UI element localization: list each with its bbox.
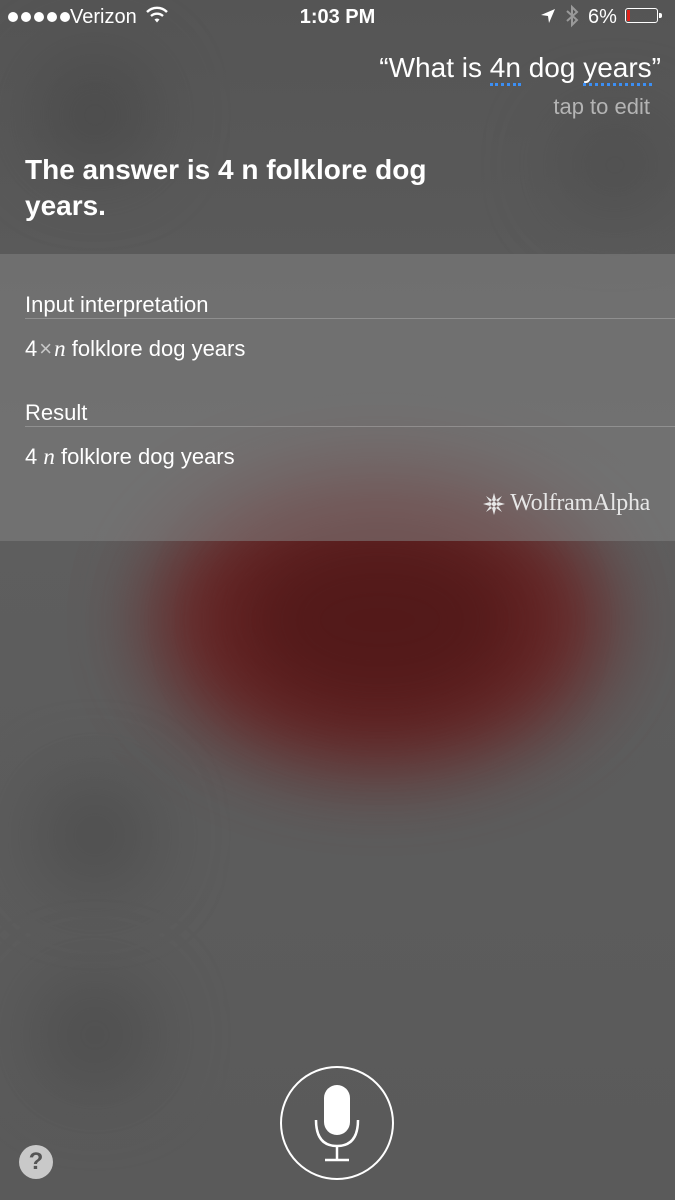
divider xyxy=(25,318,675,319)
tap-to-edit-hint[interactable]: tap to edit xyxy=(553,94,650,120)
divider xyxy=(25,426,675,427)
bluetooth-icon xyxy=(566,4,579,28)
microphone-button[interactable] xyxy=(280,1066,394,1180)
wolfram-alpha-logo[interactable]: WolframAlpha xyxy=(482,490,650,517)
result-value: 4 n folklore dog years xyxy=(25,444,235,469)
location-arrow-icon xyxy=(541,9,555,23)
battery-percent: 6% xyxy=(588,6,617,28)
autocorrect-word[interactable]: 4n xyxy=(489,52,521,86)
siri-answer: The answer is 4 n folklore dog years. xyxy=(25,154,427,221)
microphone-icon xyxy=(314,1085,360,1162)
input-interpretation-label: Input interpretation xyxy=(25,292,209,317)
siri-query[interactable]: “What is 4n dog years” xyxy=(379,52,661,86)
background-blur-shape xyxy=(40,780,150,890)
background-blur-shape xyxy=(230,520,530,720)
battery-icon xyxy=(625,8,662,23)
help-button[interactable]: ? xyxy=(19,1145,53,1179)
result-label: Result xyxy=(25,400,88,425)
wolfram-alpha-card[interactable]: Input interpretation 4×n folklore dog ye… xyxy=(0,254,675,541)
autocorrect-word[interactable]: years xyxy=(583,52,652,86)
wolfram-spikey-icon xyxy=(483,492,506,515)
background-blur-shape xyxy=(40,980,150,1090)
input-interpretation-value: 4×n folklore dog years xyxy=(25,336,246,361)
background-blur-shape xyxy=(560,120,670,210)
status-bar: Verizon 1:03 PM 6% xyxy=(0,0,675,36)
